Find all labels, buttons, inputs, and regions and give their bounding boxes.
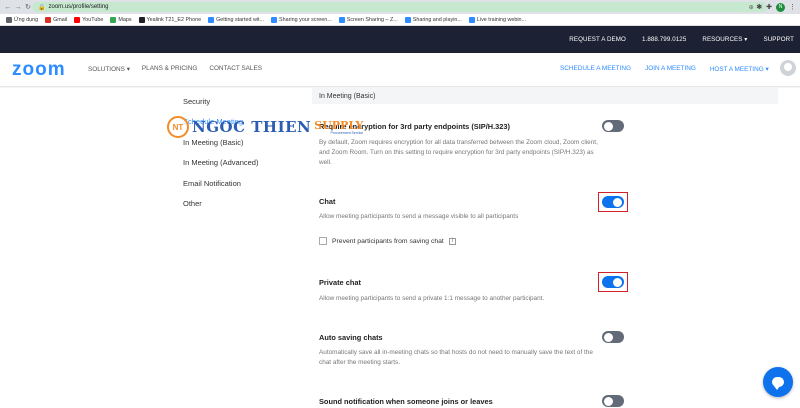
bookmark-favicon-icon bbox=[468, 16, 475, 23]
zoom-page-icon[interactable]: ⊕ bbox=[749, 4, 754, 11]
schedule-meeting-link[interactable]: SCHEDULE A MEETING bbox=[560, 65, 631, 73]
bookmark-item[interactable]: Screen Sharing – Z... bbox=[338, 16, 398, 23]
bookmark-item[interactable]: Ứng dụng bbox=[6, 16, 39, 23]
zoom-topbar: REQUEST A DEMO 1.888.799.0125 RESOURCES … bbox=[0, 26, 800, 53]
encryption-setting-desc: By default, Zoom requires encryption for… bbox=[319, 139, 598, 166]
user-avatar[interactable] bbox=[780, 60, 796, 76]
zoom-logo[interactable]: zoom bbox=[12, 59, 66, 81]
private-chat-setting-title: Private chat bbox=[319, 278, 361, 287]
info-icon[interactable]: i bbox=[448, 237, 456, 245]
toggle-knob bbox=[613, 277, 622, 287]
toggle-knob bbox=[604, 396, 613, 406]
bookmark-label: Screen Sharing – Z... bbox=[346, 16, 398, 23]
bookmark-item[interactable]: YouTube bbox=[74, 16, 104, 23]
bookmark-favicon-icon bbox=[271, 16, 278, 23]
watermark-supply: SUPPLY bbox=[314, 118, 364, 132]
bookmark-item[interactable]: Yealink T21_E2 Phone bbox=[138, 16, 202, 23]
resources-menu[interactable]: RESOURCES ▾ bbox=[702, 36, 747, 43]
watermark-badge: NT bbox=[167, 116, 189, 138]
support-link[interactable]: SUPPORT bbox=[764, 36, 795, 43]
bookmark-label: YouTube bbox=[82, 16, 104, 23]
auto-saving-setting-desc: Automatically save all in-meeting chats … bbox=[319, 349, 593, 366]
extension-icon[interactable]: ✱ bbox=[756, 3, 762, 11]
bookmark-favicon-icon bbox=[404, 16, 411, 23]
bookmark-item[interactable]: Gmail bbox=[45, 16, 68, 23]
watermark-name: NGOC THIEN bbox=[192, 118, 312, 136]
toggle-knob bbox=[604, 332, 613, 342]
nav-contact-sales[interactable]: CONTACT SALES bbox=[209, 65, 262, 73]
request-demo-link[interactable]: REQUEST A DEMO bbox=[569, 36, 626, 43]
bookmark-label: Sharing your screen... bbox=[279, 16, 332, 23]
forward-icon[interactable]: → bbox=[13, 4, 23, 11]
bookmark-favicon-icon bbox=[138, 16, 145, 23]
support-chat-button[interactable] bbox=[763, 367, 793, 397]
bookmark-item[interactable]: Getting started wit... bbox=[208, 16, 265, 23]
private-chat-toggle[interactable] bbox=[602, 276, 624, 288]
join-meeting-link[interactable]: JOIN A MEETING bbox=[645, 65, 696, 73]
sidebar-item-in-meeting-basic[interactable]: In Meeting (Basic) bbox=[183, 138, 243, 147]
bookmark-item[interactable]: Sharing and playin... bbox=[404, 16, 462, 23]
address-bar[interactable]: 🔒 zoom.us/profile/setting ⊕ ☆ bbox=[32, 2, 767, 12]
bookmark-label: Gmail bbox=[53, 16, 68, 23]
puzzle-icon[interactable]: ✚ bbox=[766, 3, 772, 11]
encryption-toggle[interactable] bbox=[602, 120, 624, 132]
prevent-saving-chat-option: Prevent participants from saving chat i bbox=[319, 237, 456, 245]
prevent-saving-chat-checkbox[interactable] bbox=[319, 237, 327, 245]
prevent-saving-chat-label[interactable]: Prevent participants from saving chat bbox=[332, 238, 444, 245]
toggle-knob bbox=[604, 121, 613, 131]
address-url[interactable]: zoom.us/profile/setting bbox=[48, 4, 108, 10]
bookmark-favicon-icon bbox=[110, 16, 117, 23]
auto-saving-toggle[interactable] bbox=[602, 331, 624, 343]
chat-setting-desc: Allow meeting participants to send a mes… bbox=[319, 213, 519, 220]
bookmark-label: Ứng dụng bbox=[14, 16, 39, 23]
bookmark-label: Getting started wit... bbox=[216, 16, 265, 23]
chat-bubble-icon bbox=[772, 377, 784, 390]
bookmark-favicon-icon bbox=[74, 16, 81, 23]
bookmark-favicon-icon bbox=[338, 16, 345, 23]
bookmark-label: Maps bbox=[118, 16, 132, 23]
bookmark-label: Sharing and playin... bbox=[412, 16, 462, 23]
toggle-knob bbox=[613, 197, 622, 207]
private-chat-setting-desc: Allow meeting participants to send a pri… bbox=[319, 295, 545, 302]
bookmark-label: Yealink T21_E2 Phone bbox=[146, 16, 202, 23]
meeting-nav: SCHEDULE A MEETING JOIN A MEETING HOST A… bbox=[560, 65, 769, 73]
sidebar-item-security[interactable]: Security bbox=[183, 97, 210, 106]
chat-toggle[interactable] bbox=[602, 196, 624, 208]
watermark-tagline: Procurement Service bbox=[330, 130, 364, 135]
sound-notification-toggle[interactable] bbox=[602, 395, 624, 407]
bookmark-item[interactable]: Live training webin... bbox=[468, 16, 527, 23]
nav-solutions[interactable]: SOLUTIONS ▾ bbox=[88, 65, 130, 73]
bookmark-favicon-icon bbox=[208, 16, 215, 23]
bookmark-item[interactable]: Sharing your screen... bbox=[271, 16, 332, 23]
menu-kebab-icon[interactable]: ⋮ bbox=[789, 3, 796, 11]
bookmark-favicon-icon bbox=[6, 16, 12, 23]
settings-page: Security Schedule Meeting In Meeting (Ba… bbox=[0, 88, 800, 408]
nav-plans-pricing[interactable]: PLANS & PRICING bbox=[142, 65, 197, 73]
phone-number[interactable]: 1.888.799.0125 bbox=[642, 36, 686, 43]
watermark-logo: NT NGOC THIEN SUPPLY Procurement Service bbox=[167, 116, 363, 138]
profile-avatar[interactable]: N bbox=[776, 2, 785, 12]
bookmark-label: Live training webin... bbox=[476, 16, 527, 23]
back-icon[interactable]: ← bbox=[3, 4, 13, 11]
chat-setting-title: Chat bbox=[319, 197, 336, 206]
sidebar-item-email-notification[interactable]: Email Notification bbox=[183, 179, 241, 188]
bookmark-favicon-icon bbox=[45, 16, 52, 23]
section-header: In Meeting (Basic) bbox=[312, 88, 778, 104]
main-nav: SOLUTIONS ▾ PLANS & PRICING CONTACT SALE… bbox=[88, 65, 262, 73]
sidebar-item-other[interactable]: Other bbox=[183, 199, 202, 208]
auto-saving-setting-title: Auto saving chats bbox=[319, 333, 383, 342]
browser-toolbar: ← → ↻ 🔒 zoom.us/profile/setting ⊕ ☆ ✱ ✚ … bbox=[0, 0, 800, 14]
sound-notification-setting-title: Sound notification when someone joins or… bbox=[319, 397, 493, 406]
bookmark-item[interactable]: Maps bbox=[110, 16, 132, 23]
lock-icon: 🔒 bbox=[38, 4, 46, 11]
zoom-header: zoom SOLUTIONS ▾ PLANS & PRICING CONTACT… bbox=[0, 53, 800, 87]
bookmarks-bar: Ứng dụng Gmail YouTube Maps Yealink T21_E2 P… bbox=[0, 14, 800, 26]
sidebar-item-in-meeting-advanced[interactable]: In Meeting (Advanced) bbox=[183, 158, 258, 167]
host-meeting-menu[interactable]: HOST A MEETING ▾ bbox=[710, 65, 769, 73]
